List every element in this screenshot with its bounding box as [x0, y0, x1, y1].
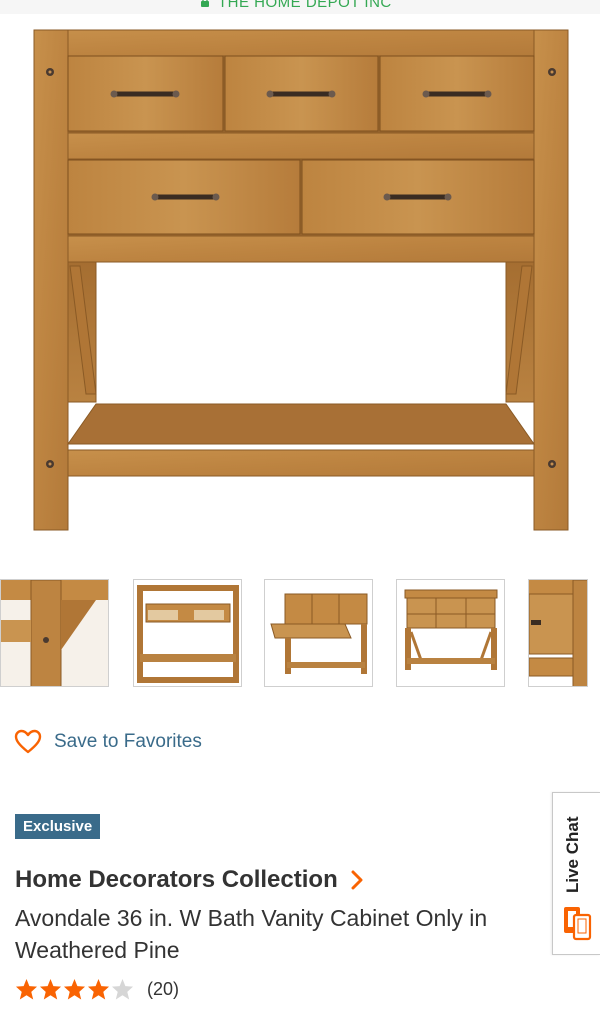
- chat-phone-icon: [564, 907, 592, 941]
- thumbnail-5[interactable]: [528, 579, 588, 687]
- live-chat-label: Live Chat: [563, 816, 582, 893]
- product-rating[interactable]: (20): [15, 978, 179, 1000]
- thumbnail-1[interactable]: [0, 579, 109, 687]
- save-to-favorites-label: Save to Favorites: [54, 731, 202, 752]
- lock-icon: [201, 0, 209, 7]
- star-filled-icon: [87, 978, 110, 1000]
- heart-outline-icon: [14, 729, 42, 754]
- product-title: Avondale 36 in. W Bath Vanity Cabinet On…: [15, 905, 488, 963]
- thumbnail-carousel[interactable]: [0, 578, 600, 690]
- vanity-cabinet-image: [33, 29, 569, 531]
- exclusive-badge: Exclusive: [15, 814, 101, 839]
- site-name: THE HOME DEPOT INC: [218, 0, 392, 11]
- vanity-top-view-icon: [134, 580, 241, 686]
- rating-stars: [15, 978, 135, 1000]
- star-filled-icon: [63, 978, 86, 1000]
- vanity-side-closeup-icon: [529, 580, 587, 686]
- save-to-favorites-button[interactable]: Save to Favorites: [14, 727, 202, 757]
- chevron-right-icon: [351, 870, 363, 890]
- thumbnail-4[interactable]: [396, 579, 505, 687]
- vanity-open-drawers-icon: [265, 580, 372, 686]
- brand-link[interactable]: Home Decorators Collection: [15, 866, 364, 894]
- vanity-leg-closeup-icon: [1, 580, 108, 686]
- star-filled-icon: [39, 978, 62, 1000]
- product-hero-image[interactable]: [0, 14, 600, 554]
- star-filled-icon: [15, 978, 38, 1000]
- live-chat-button[interactable]: Live Chat: [552, 792, 600, 955]
- brand-name: Home Decorators Collection: [15, 866, 338, 893]
- secure-url-bar: THE HOME DEPOT INC: [0, 0, 600, 14]
- thumbnail-3[interactable]: [264, 579, 373, 687]
- review-count[interactable]: (20): [147, 979, 179, 1000]
- thumbnail-2[interactable]: [133, 579, 242, 687]
- vanity-angle-view-icon: [397, 580, 504, 686]
- star-empty-icon: [111, 978, 134, 1000]
